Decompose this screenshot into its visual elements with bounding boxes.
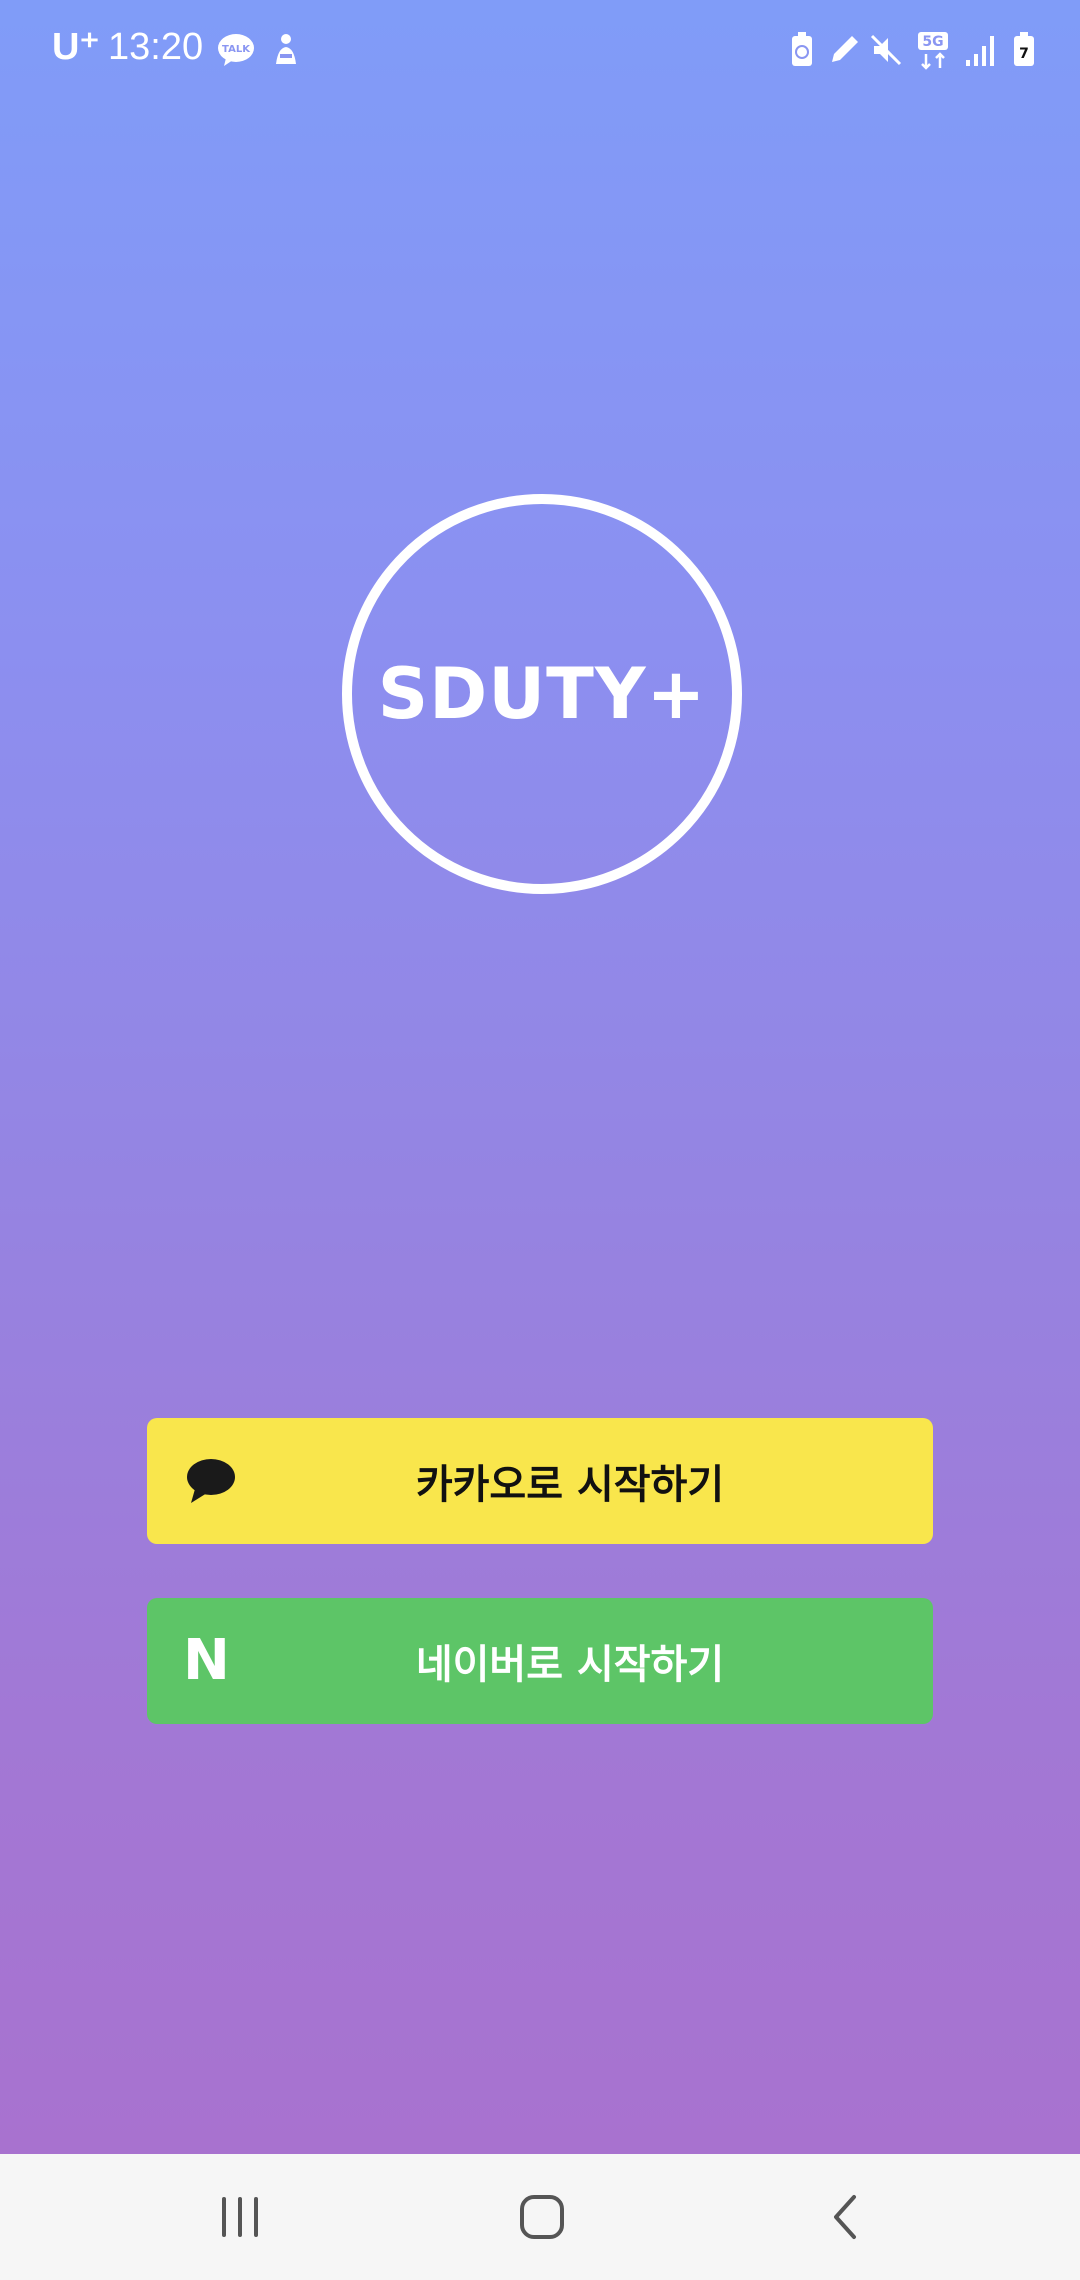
svg-text:TALK: TALK [222, 44, 251, 55]
battery-saver-icon [792, 32, 812, 66]
mute-icon [870, 34, 902, 66]
logo-text: SDUTY+ [377, 653, 707, 735]
navigation-bar [0, 2154, 1080, 2280]
back-icon[interactable] [816, 2187, 876, 2247]
carrier-label: U⁺ [52, 26, 100, 68]
naver-login-button[interactable]: N 네이버로 시작하기 [147, 1598, 933, 1724]
status-bar: U⁺ 13:20 TALK 5G 7 [0, 0, 1080, 100]
naver-login-label: 네이버로 시작하기 [415, 1642, 725, 1688]
person-notification-icon [276, 34, 296, 64]
kakaotalk-talk-icon: TALK [218, 34, 254, 66]
naver-n-icon: N [183, 1628, 230, 1693]
recent-apps-icon[interactable] [210, 2187, 270, 2247]
login-screen: U⁺ 13:20 TALK 5G 7 SDUTY+ 카카오로 시작하기 N 네이… [0, 0, 1080, 2154]
network-label: 5G [922, 34, 943, 50]
5g-data-icon: 5G [918, 32, 948, 70]
svg-text:7: 7 [1019, 46, 1029, 62]
pen-icon [832, 36, 858, 62]
kakao-login-label: 카카오로 시작하기 [415, 1462, 725, 1508]
battery-icon: 7 [1014, 32, 1034, 66]
kakao-speech-bubble-icon [187, 1459, 235, 1503]
kakao-login-button[interactable]: 카카오로 시작하기 [147, 1418, 933, 1544]
status-time: 13:20 [108, 26, 204, 68]
app-logo: SDUTY+ [342, 494, 742, 894]
signal-icon [966, 36, 994, 66]
home-icon[interactable] [512, 2187, 572, 2247]
